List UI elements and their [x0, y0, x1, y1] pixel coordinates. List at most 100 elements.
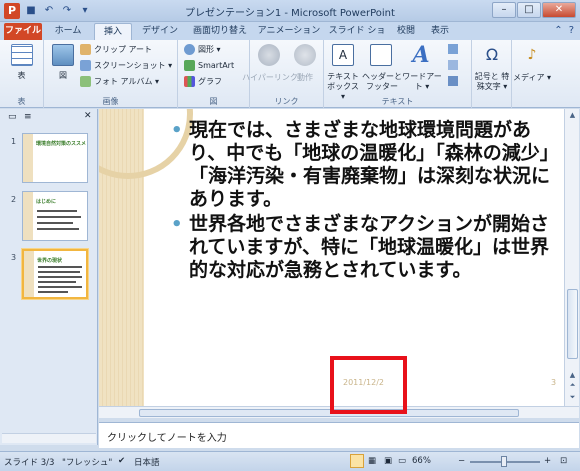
bullet-item: • 世界各地でさまざまなアクションが開始されていますが、特に「地球温暖化」は世界… [171, 213, 557, 282]
next-slide-icon[interactable]: ⏷ [567, 393, 578, 403]
group-text-label: テキスト [381, 97, 414, 106]
symbols-button-label[interactable]: 記号と 特殊文字 ▾ [472, 72, 512, 92]
group-symbols: Ω 記号と 特殊文字 ▾ [472, 40, 512, 108]
tab-file[interactable]: ファイル [4, 23, 42, 40]
fit-to-window-icon[interactable]: ⊡ [560, 456, 567, 466]
slide-thumbnail-3[interactable]: 世界の現状 [22, 249, 88, 299]
close-button[interactable]: ✕ [542, 2, 576, 18]
symbol-icon[interactable]: Ω [481, 44, 503, 66]
previous-slide-icon[interactable]: ⏶ [567, 381, 578, 391]
reading-view-icon[interactable]: ▣ [384, 456, 392, 466]
photoalbum-label: フォト アルバム ▾ [94, 77, 160, 86]
media-button-label[interactable]: メディア ▾ [512, 72, 552, 83]
clipart-icon [80, 44, 91, 55]
tab-design[interactable]: デザイン [136, 23, 184, 40]
headerfooter-icon[interactable] [370, 44, 392, 66]
help-icon[interactable]: ? [569, 25, 574, 36]
picture-button-label[interactable]: 図 [52, 70, 74, 81]
smartart-button[interactable]: SmartArt [184, 60, 234, 71]
spellcheck-icon[interactable]: ✔ [118, 456, 125, 466]
thumb-decoration [23, 134, 33, 182]
picture-icon[interactable] [52, 44, 74, 66]
group-images-label: 画像 [102, 97, 119, 106]
slide-thumbnail-2[interactable]: はじめに [22, 191, 88, 241]
chart-button[interactable]: グラフ [184, 76, 222, 87]
normal-view-icon[interactable] [350, 454, 364, 468]
clipart-label: クリップ アート [94, 45, 153, 54]
bullet-text: 世界各地でさまざまなアクションが開始されていますが、特に「地球温暖化」は世界的な… [189, 213, 550, 281]
notes-input[interactable]: クリックしてノートを入力 [99, 422, 579, 448]
action-icon[interactable] [294, 44, 316, 66]
thumb-text-line [38, 271, 80, 273]
date-time-icon[interactable] [448, 44, 458, 54]
slides-pane: ▭ ≡ ✕ 1 環境自然対策のススメ 2 はじめに 3 世界の現状 [0, 109, 98, 445]
tab-home[interactable]: ホーム [46, 23, 90, 40]
theme-status[interactable]: "フレッシュ" [62, 456, 112, 468]
tab-row-right-controls: ⌃ ? [554, 25, 574, 36]
object-icon[interactable] [448, 76, 458, 86]
wordart-icon[interactable]: A [410, 44, 432, 66]
zoom-level[interactable]: 66% [412, 456, 431, 466]
screenshot-label: スクリーンショット ▾ [94, 61, 173, 70]
tab-review[interactable]: 校閲 [392, 23, 420, 40]
bullet-dot-icon: • [171, 120, 183, 141]
thumb-text-line [38, 281, 76, 283]
photoalbum-button[interactable]: フォト アルバム ▾ [80, 76, 159, 87]
table-icon[interactable] [11, 44, 33, 66]
thumb-decoration [24, 251, 34, 297]
bullet-dot-icon: • [171, 214, 183, 235]
language-status[interactable]: 日本語 [134, 456, 160, 468]
vertical-scroll-thumb[interactable] [567, 289, 578, 359]
headerfooter-button-label[interactable]: ヘッダーと フッター [362, 72, 402, 92]
wordart-button-label[interactable]: ワードアート ▾ [400, 72, 444, 92]
screenshot-icon [80, 60, 91, 71]
group-text: A テキスト ボックス ▾ ヘッダーと フッター A ワードアート ▾ テキスト [324, 40, 472, 108]
tab-slideshow[interactable]: スライド ショー [326, 23, 388, 53]
thumb-decoration [23, 192, 33, 240]
scroll-up-icon[interactable]: ▲ [567, 371, 578, 381]
group-links-label: リンク [274, 97, 299, 106]
textbox-icon[interactable]: A [332, 44, 354, 66]
zoom-in-icon[interactable]: + [544, 456, 551, 466]
thumb-text-line [38, 291, 68, 293]
tab-insert[interactable]: 挿入 [94, 23, 132, 40]
slide-number-footer[interactable]: 3 [551, 378, 556, 387]
media-icon[interactable]: ♪ [521, 44, 543, 66]
slide-number-icon[interactable] [448, 60, 458, 70]
slideshow-view-icon[interactable]: ▭ [398, 456, 406, 466]
shapes-label: 図形 ▾ [198, 45, 221, 54]
maximize-button[interactable]: □ [517, 2, 541, 18]
zoom-slider-knob[interactable] [501, 456, 507, 467]
screenshot-button[interactable]: スクリーンショット ▾ [80, 60, 172, 71]
slide-content-placeholder[interactable]: • 現在では、さまざまな地球環境問題があり、中でも「地球の温暖化」「森林の減少」… [171, 119, 557, 284]
outline-tab-icon[interactable]: ≡ [24, 112, 32, 122]
thumb-text-line [38, 276, 82, 278]
smartart-icon [184, 60, 195, 71]
thumb-text-line [37, 216, 81, 218]
pane-close-icon[interactable]: ✕ [84, 111, 92, 121]
clipart-button[interactable]: クリップ アート [80, 44, 152, 55]
tab-transitions[interactable]: 画面切り替え [188, 23, 252, 40]
shapes-button[interactable]: 図形 ▾ [184, 44, 221, 55]
action-button-label[interactable]: 動作 [294, 72, 316, 83]
group-illustrations: 図形 ▾ SmartArt グラフ 図 [178, 40, 250, 108]
scroll-up-icon[interactable]: ▲ [567, 111, 578, 121]
highlight-box [330, 356, 407, 414]
slide-vertical-scrollbar[interactable]: ▲ ▲ ⏶ ⏷ [564, 109, 579, 406]
tab-view[interactable]: 表示 [424, 23, 456, 40]
group-tables-label: 表 [17, 97, 26, 106]
slides-tab-icon[interactable]: ▭ [8, 112, 17, 122]
group-media: ♪ メディア ▾ [512, 40, 552, 108]
minimize-button[interactable]: – [492, 2, 516, 18]
hyperlink-button-label[interactable]: ハイパーリンク [242, 72, 298, 83]
tab-animations[interactable]: アニメーション [256, 23, 322, 40]
table-button-label[interactable]: 表 [0, 70, 43, 81]
slides-pane-scrollbar[interactable] [2, 433, 96, 443]
slide-sorter-view-icon[interactable]: ▦ [368, 456, 376, 466]
zoom-out-icon[interactable]: − [458, 456, 465, 466]
hyperlink-icon[interactable] [258, 44, 280, 66]
ribbon-collapse-icon[interactable]: ⌃ [554, 25, 562, 36]
horizontal-scroll-thumb[interactable] [139, 409, 519, 417]
slide-thumbnail-1[interactable]: 環境自然対策のススメ [22, 133, 88, 183]
thumb-text-line [38, 266, 82, 268]
